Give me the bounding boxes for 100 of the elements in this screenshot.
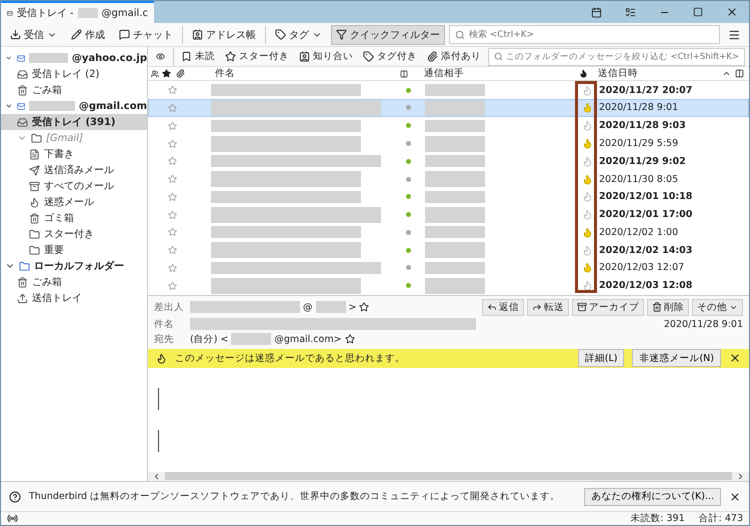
folder-item[interactable]: 受信トレイ (2) xyxy=(1,66,147,82)
folder-item[interactable]: ゴミ箱 xyxy=(1,210,147,226)
star-icon[interactable] xyxy=(168,138,177,149)
filter-search-field[interactable]: このフォルダーのメッセージを絞り込む <Ctrl+Shift+K> xyxy=(488,48,745,66)
junk-bar-button[interactable]: 詳細(L) xyxy=(578,349,624,368)
filter-toggle[interactable]: タグ付き xyxy=(360,48,420,66)
window-tab[interactable]: 受信トレイ - @gmail.c xyxy=(1,1,154,23)
date-cell-text: 2020/11/29 5:59 xyxy=(599,138,680,150)
filter-toggle[interactable]: 未読 xyxy=(178,48,218,66)
column-header[interactable]: 件名 xyxy=(190,67,400,80)
scrollbar-thumb[interactable] xyxy=(165,472,732,480)
filter-toggle[interactable]: 添付あり xyxy=(424,48,484,66)
star-icon[interactable] xyxy=(162,69,171,78)
task-list-icon[interactable] xyxy=(624,6,636,18)
trash-icon xyxy=(652,302,662,312)
star-icon[interactable] xyxy=(168,280,177,291)
date-cell-text: 2020/12/01 10:18 xyxy=(599,191,694,202)
paperclip-icon xyxy=(426,51,438,62)
redacted-block xyxy=(425,206,485,223)
action-button[interactable]: 返信 xyxy=(482,298,524,316)
folder-item[interactable]: スター付き xyxy=(1,226,147,242)
date-cell-text: 2020/12/03 12:08 xyxy=(599,280,694,292)
column-header[interactable]: 送信日時 xyxy=(598,67,735,80)
toolbar-button[interactable]: 作成 xyxy=(66,24,110,44)
date-cell-text: 2020/11/27 20:07 xyxy=(599,84,694,96)
filter-toggle[interactable]: スター付き xyxy=(222,48,292,66)
action-button[interactable]: 転送 xyxy=(527,298,569,316)
folder-item[interactable]: 送信済みメール xyxy=(1,162,147,178)
toolbar-button[interactable]: アドレス帳 xyxy=(186,24,261,44)
rights-button[interactable]: あなたの権利について(K)... xyxy=(584,488,721,506)
status-dot[interactable] xyxy=(406,194,410,200)
star-icon[interactable] xyxy=(168,120,177,131)
folder-item[interactable]: ごみ箱 xyxy=(1,274,147,290)
paperclip-icon[interactable] xyxy=(176,69,185,78)
star-icon[interactable] xyxy=(168,262,177,273)
star-icon[interactable] xyxy=(168,192,177,202)
folder-item[interactable]: 迷惑メール xyxy=(1,194,147,210)
action-button[interactable]: 削除 xyxy=(647,298,689,316)
star-icon[interactable] xyxy=(359,302,370,312)
folder-item[interactable]: 下書き xyxy=(1,146,147,162)
date-cell-text: 2020/11/28 9:01 xyxy=(599,102,680,114)
message-row[interactable]: 2020/11/28 9:03 xyxy=(148,116,749,135)
status-dot[interactable] xyxy=(406,158,410,164)
redacted-block xyxy=(425,262,485,274)
flame-icon[interactable] xyxy=(582,280,593,292)
folder-item[interactable]: すべてのメール xyxy=(1,178,147,194)
maximize-icon[interactable] xyxy=(693,7,703,17)
star-icon[interactable] xyxy=(168,245,177,256)
status-dot[interactable] xyxy=(406,176,410,182)
scroll-right-icon[interactable] xyxy=(736,472,745,481)
status-dot[interactable] xyxy=(406,283,410,288)
junk-bar-button[interactable]: 非迷惑メール(N) xyxy=(632,349,721,368)
toolbar-button[interactable]: 受信 xyxy=(5,24,62,44)
filter-toggle[interactable]: 知り合い xyxy=(296,48,356,66)
status-dot[interactable] xyxy=(406,265,410,270)
star-icon[interactable] xyxy=(168,102,177,113)
status-dot[interactable] xyxy=(406,88,410,93)
thread-icon[interactable] xyxy=(151,70,159,78)
folder-item[interactable]: ごみ箱 xyxy=(1,82,147,98)
flame-icon[interactable] xyxy=(579,69,588,78)
status-dot[interactable] xyxy=(406,212,410,218)
column-header[interactable]: 通信相手 xyxy=(414,67,574,80)
action-button[interactable]: その他 xyxy=(692,298,743,316)
status-dot[interactable] xyxy=(406,123,410,128)
toolbar-button[interactable]: チャット xyxy=(114,24,178,44)
folder-item[interactable]: 重要 xyxy=(1,242,147,258)
star-icon[interactable] xyxy=(168,174,177,184)
folder-item[interactable]: ローカルフォルダー xyxy=(1,258,147,274)
star-icon[interactable] xyxy=(168,210,177,220)
flame-icon xyxy=(29,196,40,208)
toolbar-button[interactable]: クイックフィルター xyxy=(330,24,445,44)
status-dot[interactable] xyxy=(406,230,410,235)
folder-item[interactable]: [Gmail] xyxy=(1,130,147,146)
status-dot[interactable] xyxy=(406,105,410,110)
folder-item[interactable]: 送信トレイ xyxy=(1,290,147,306)
unread-count: 未読数: 391 xyxy=(630,512,685,525)
calendar-icon[interactable] xyxy=(590,6,602,18)
folder-item[interactable]: @gmail.com xyxy=(1,98,147,114)
star-icon[interactable] xyxy=(344,334,355,344)
status-dot[interactable] xyxy=(406,141,410,146)
folder-item[interactable]: @yahoo.co.jp xyxy=(1,50,147,66)
notification-text: Thunderbird は無料のオープンソースソフトウェアであり、世界中の多数のコミュニティによって開発されています。 xyxy=(29,490,562,503)
star-icon[interactable] xyxy=(168,227,177,238)
online-status-icon[interactable] xyxy=(7,513,18,524)
archive-icon xyxy=(29,180,40,192)
scroll-left-icon[interactable] xyxy=(152,472,161,481)
message-row[interactable]: 2020/11/28 9:01 xyxy=(148,98,749,117)
action-button[interactable]: アーカイブ xyxy=(572,298,644,316)
close-icon[interactable] xyxy=(729,352,741,364)
star-icon[interactable] xyxy=(168,85,177,96)
trash-icon xyxy=(29,212,40,224)
download-icon xyxy=(10,29,21,40)
status-dot[interactable] xyxy=(406,248,410,253)
close-icon[interactable] xyxy=(726,6,738,18)
folder-item[interactable]: 受信トレイ (391) xyxy=(1,114,147,130)
column-picker-icon[interactable] xyxy=(735,69,744,78)
search-field[interactable]: 検索 <Ctrl+K> xyxy=(448,25,720,44)
star-icon[interactable] xyxy=(168,156,177,166)
close-icon[interactable] xyxy=(729,490,741,502)
toolbar-button[interactable]: タグ xyxy=(270,24,327,44)
